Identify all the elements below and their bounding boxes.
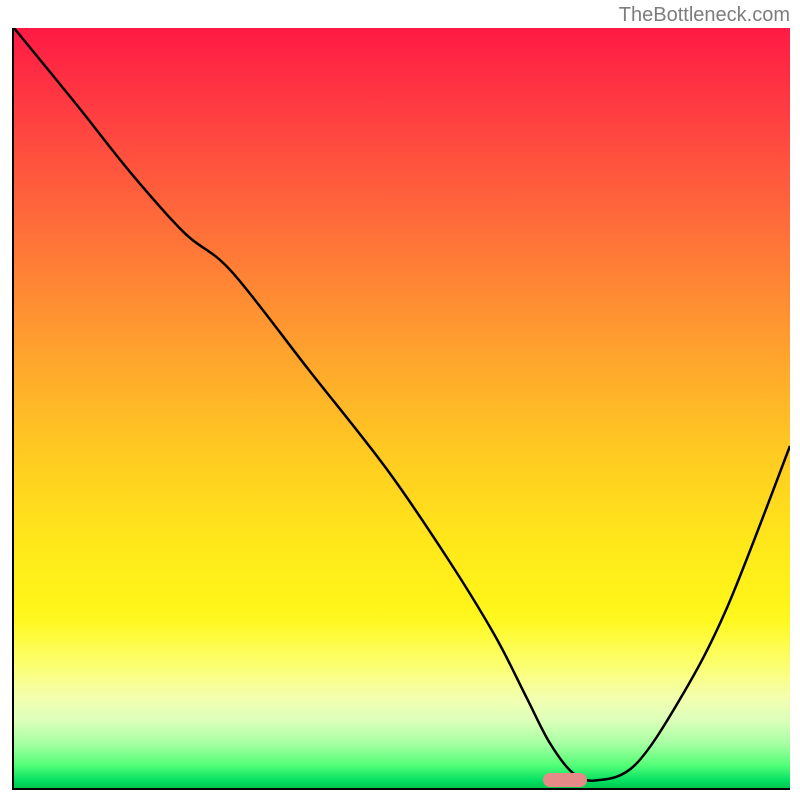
bottleneck-chart: TheBottleneck.com [0,0,800,800]
curve-svg [14,28,790,788]
bottleneck-curve-path [14,28,790,781]
watermark-text: TheBottleneck.com [619,4,790,27]
optimal-marker [543,773,587,787]
plot-area [12,28,790,790]
